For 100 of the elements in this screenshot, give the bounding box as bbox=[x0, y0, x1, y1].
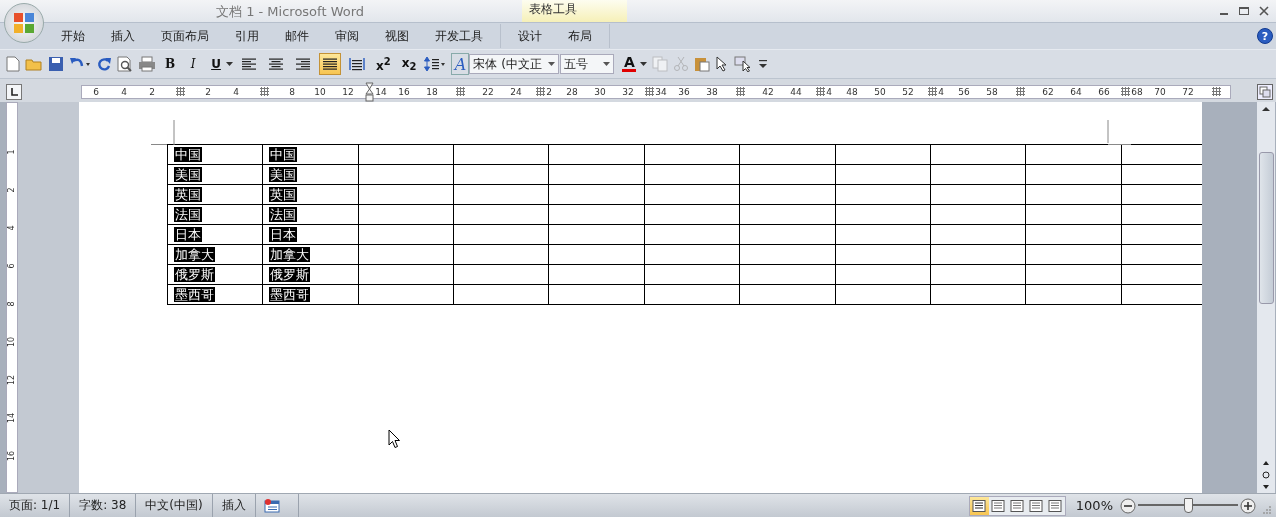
column-marker-icon[interactable] bbox=[175, 87, 185, 96]
column-marker-icon[interactable] bbox=[1211, 87, 1221, 96]
table-cell: 俄罗斯 bbox=[262, 264, 359, 285]
dropdown-arrow-icon[interactable] bbox=[226, 62, 233, 66]
line-spacing-icon[interactable] bbox=[424, 56, 447, 72]
customize-toolbar-icon[interactable] bbox=[759, 59, 768, 69]
table-cell: 墨西哥 bbox=[167, 284, 263, 305]
subscript-button[interactable]: x$_{2}$ bbox=[398, 53, 420, 75]
dropdown-arrow-icon[interactable] bbox=[640, 62, 648, 66]
justify-align-button[interactable] bbox=[319, 53, 341, 75]
ruler-number: 50 bbox=[874, 86, 886, 97]
print-preview-icon[interactable] bbox=[117, 56, 133, 72]
column-marker-icon[interactable] bbox=[928, 87, 938, 96]
language-indicator[interactable]: 中文(中国) bbox=[136, 494, 213, 517]
table-cell: 法国 bbox=[262, 204, 359, 225]
ruler-number: 22 bbox=[482, 86, 494, 97]
bold-button[interactable]: B bbox=[161, 53, 179, 75]
maximize-icon[interactable] bbox=[1238, 6, 1250, 16]
view-button[interactable] bbox=[1007, 496, 1027, 515]
dropdown-arrow-icon bbox=[548, 62, 556, 66]
ribbon-tab[interactable]: 页面布局 bbox=[148, 24, 222, 48]
ribbon-tab[interactable]: 布局 bbox=[555, 24, 605, 48]
font-size-combo[interactable]: 五号 bbox=[560, 54, 615, 74]
help-button[interactable]: ? bbox=[1257, 28, 1273, 44]
column-marker-icon[interactable] bbox=[536, 87, 546, 96]
column-marker-icon[interactable] bbox=[816, 87, 826, 96]
printer-icon[interactable] bbox=[138, 56, 156, 72]
paste-icon[interactable] bbox=[694, 56, 711, 72]
office-button[interactable] bbox=[4, 3, 44, 43]
table-cell: 加拿大 bbox=[262, 244, 359, 265]
italic-button[interactable]: I bbox=[184, 53, 202, 75]
ruler-toggle-icon[interactable] bbox=[1257, 83, 1273, 100]
ruler-number: 32 bbox=[622, 86, 634, 97]
word-count[interactable]: 字数: 38 bbox=[70, 494, 137, 517]
ruler-number: 44 bbox=[790, 86, 802, 97]
text-effects-button[interactable]: A bbox=[451, 53, 470, 75]
ribbon-tab[interactable]: 设计 bbox=[505, 24, 555, 48]
alignment-icon bbox=[322, 57, 338, 71]
resize-grip-icon[interactable] bbox=[1262, 504, 1272, 515]
table-cell: 俄罗斯 bbox=[167, 264, 263, 285]
ruler-number: 14 bbox=[8, 412, 16, 424]
save-icon[interactable] bbox=[48, 56, 64, 72]
ruler-number: 66 bbox=[1098, 86, 1110, 97]
table-cell: 英国 bbox=[262, 184, 359, 205]
zoom-out-icon[interactable] bbox=[1120, 497, 1136, 514]
column-marker-icon[interactable] bbox=[1015, 87, 1025, 96]
scrollbar-thumb[interactable] bbox=[1258, 152, 1274, 304]
page-count[interactable]: 页面: 1/1 bbox=[0, 494, 71, 517]
insert-mode-indicator[interactable]: 插入 bbox=[212, 494, 256, 517]
ruler-number: 8 bbox=[289, 86, 295, 97]
ruler-number: 4 bbox=[826, 86, 832, 97]
view-button[interactable] bbox=[969, 496, 989, 515]
page-view-icon bbox=[991, 499, 1006, 512]
ruler-number: 34 bbox=[655, 86, 667, 97]
macro-record-icon[interactable] bbox=[263, 498, 280, 513]
column-marker-icon[interactable] bbox=[1121, 87, 1131, 96]
zoom-in-icon[interactable] bbox=[1240, 497, 1256, 514]
table-cell: 中国 bbox=[262, 144, 359, 165]
tab-stop-selector[interactable] bbox=[6, 83, 22, 100]
page-view-icon bbox=[1029, 499, 1044, 512]
zoom-level[interactable]: 100% bbox=[1075, 498, 1113, 513]
font-name-combo[interactable]: 宋体 (中文正 bbox=[469, 54, 560, 74]
column-marker-icon[interactable] bbox=[455, 87, 465, 96]
ruler-number: 24 bbox=[510, 86, 522, 97]
ribbon-tab[interactable]: 视图 bbox=[372, 24, 422, 48]
ruler-number: 4 bbox=[233, 86, 239, 97]
view-button[interactable] bbox=[988, 496, 1008, 515]
superscript-button[interactable]: x$^{2}$ bbox=[373, 53, 394, 75]
ribbon-tab[interactable]: 插入 bbox=[98, 24, 148, 48]
indent-marker-icon[interactable] bbox=[365, 81, 375, 102]
ruler-number: 42 bbox=[762, 86, 774, 97]
repeat-icon[interactable] bbox=[96, 56, 112, 72]
zoom-slider-thumb[interactable] bbox=[1184, 498, 1193, 513]
ruler-number: 28 bbox=[566, 86, 578, 97]
close-icon[interactable] bbox=[1258, 6, 1270, 16]
view-button[interactable] bbox=[1026, 496, 1046, 515]
table-cell: 美国 bbox=[167, 164, 263, 185]
view-button[interactable] bbox=[1045, 496, 1065, 515]
column-marker-icon[interactable] bbox=[259, 87, 269, 96]
alignment-icon bbox=[295, 57, 311, 71]
ribbon-tab[interactable]: 引用 bbox=[222, 24, 272, 48]
ruler-number: 36 bbox=[678, 86, 690, 97]
ruler-number: 6 bbox=[8, 263, 16, 269]
new-document-icon[interactable] bbox=[6, 56, 20, 72]
underline-button[interactable]: U bbox=[207, 53, 225, 75]
column-marker-icon[interactable] bbox=[645, 87, 655, 96]
font-color-button[interactable]: A bbox=[619, 53, 640, 75]
ribbon-tab[interactable]: 邮件 bbox=[272, 24, 322, 48]
ribbon-tab[interactable]: 开始 bbox=[48, 24, 98, 48]
ruler-number: 16 bbox=[398, 86, 410, 97]
dropdown-arrow-icon bbox=[603, 62, 611, 66]
ribbon-tab[interactable]: 开发工具 bbox=[422, 24, 496, 48]
column-marker-icon[interactable] bbox=[735, 87, 745, 96]
table-cell: 日本 bbox=[262, 224, 359, 245]
page-view-icon bbox=[972, 499, 987, 512]
crop-mark bbox=[1107, 120, 1131, 145]
ruler-number: 56 bbox=[958, 86, 970, 97]
table-cell: 英国 bbox=[167, 184, 263, 205]
ribbon-tab[interactable]: 审阅 bbox=[322, 24, 372, 48]
ruler-number: 10 bbox=[8, 336, 16, 348]
